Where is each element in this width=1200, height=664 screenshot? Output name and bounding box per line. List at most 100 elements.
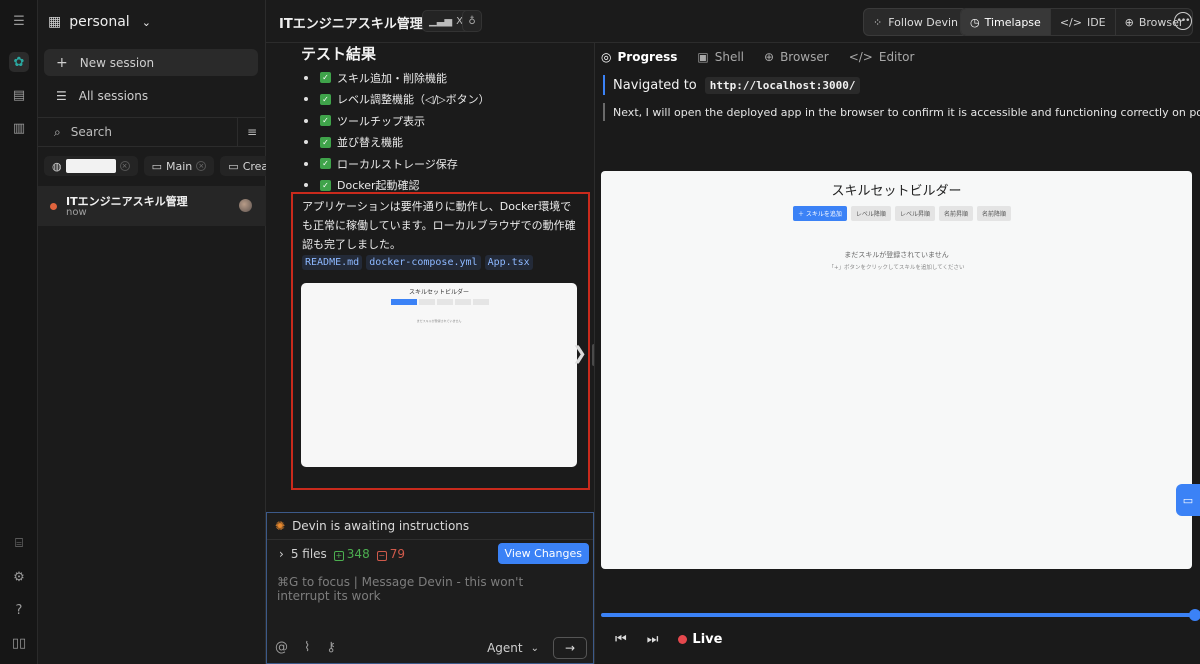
additions-count: 348 — [346, 547, 370, 561]
list-icon: ☰ — [56, 89, 67, 103]
thumb-toolbar — [391, 299, 489, 305]
thumb-title: スキルセットビルダー — [408, 289, 469, 296]
screenshot-thumbnail[interactable]: スキルセットビルダー まだスキルが登録されていません — [301, 283, 577, 467]
code-icon: </> — [1059, 15, 1082, 29]
plus-icon: + — [56, 54, 68, 71]
new-session-button[interactable]: + New session — [44, 49, 258, 76]
chevron-right-icon[interactable]: ❯ — [572, 343, 587, 364]
mode-selector[interactable]: Agent ⌄ — [487, 641, 539, 655]
app-title: スキルセットビルダー — [831, 184, 962, 199]
calendar-icon: ▭ — [228, 159, 239, 173]
terminal-icon: ▣ — [697, 50, 709, 64]
file-chip[interactable]: App.tsx — [484, 255, 533, 270]
tab-timelapse-label: Timelapse — [984, 15, 1041, 29]
composer: ✺ Devin is awaiting instructions › 5 fil… — [266, 512, 594, 664]
timeline-scrubber[interactable] — [601, 609, 1200, 621]
session-time: now — [66, 207, 87, 218]
document-icon[interactable]: ▤ — [9, 85, 29, 105]
live-indicator[interactable]: Live — [678, 632, 722, 647]
clock-icon: ◷ — [970, 15, 980, 29]
tab-shell-label: Shell — [714, 50, 744, 64]
book-icon[interactable]: ▯▯ — [9, 633, 29, 653]
tab-progress-label: Progress — [617, 50, 678, 64]
workspace-pane: ◎ Progress ▣ Shell ⊕ Browser </> Editor Navi… — [594, 43, 1200, 664]
tab-ide[interactable]: </> IDE — [1049, 9, 1115, 35]
clear-icon[interactable]: × — [119, 161, 130, 171]
sort-name-asc-button[interactable]: 名前昇順 — [938, 206, 973, 221]
sort-filter-chip[interactable]: ▭ Created — [220, 156, 266, 176]
files-count: 5 files — [290, 547, 327, 561]
status-text: Devin is awaiting instructions — [292, 519, 470, 533]
browser-viewport[interactable]: スキルセットビルダー ＋ スキルを追加 レベル降順 レベル昇順 名前昇順 名前降… — [601, 171, 1192, 569]
follow-devin-button[interactable]: ⁘ Follow Devin — [863, 8, 968, 36]
redacted-user — [65, 159, 116, 173]
chat-pane: テスト結果 ✓ スキル追加・削除機能 ✓ レベル調整機能（◁/▷ボタン） ✓ ツールチ… — [266, 43, 594, 512]
tab-editor[interactable]: </> Editor — [849, 50, 915, 64]
right-tabs: ◎ Progress ▣ Shell ⊕ Browser </> Editor — [601, 50, 914, 64]
user-filter-chip[interactable]: ◍ × — [44, 156, 138, 176]
list-item: ✓ ツールチップ表示 — [304, 110, 490, 132]
menu-icon[interactable]: ☰ — [9, 11, 29, 31]
empty-state-title: まだスキルが登録されていません — [844, 251, 949, 259]
summary-text: アプリケーションは要件通りに動作し、Docker環境でも正常に稼働しています。ロ… — [302, 200, 576, 251]
signal-icon: ▁▃▅ — [429, 15, 453, 27]
more-options-icon[interactable]: ••• — [1174, 12, 1192, 30]
lightbulb-icon[interactable]: ♁ — [462, 10, 482, 32]
user-icon: ◍ — [52, 159, 62, 173]
sort-name-desc-button[interactable]: 名前降順 — [976, 206, 1011, 221]
filter-icon[interactable]: ≡ — [238, 125, 266, 139]
session-list-item[interactable]: ITエンジニアスキル管理 now — [38, 186, 266, 226]
workspace-selector[interactable]: ▦ personal ⌄ — [48, 10, 151, 34]
clear-icon[interactable]: × — [196, 161, 207, 171]
tab-browser-pane[interactable]: ⊕ Browser — [764, 50, 829, 64]
mention-icon[interactable]: @ — [275, 640, 288, 655]
key-icon[interactable]: ⚷ — [326, 640, 336, 655]
branch-filter-chip[interactable]: ▭ Main × — [143, 156, 215, 176]
tab-editor-label: Editor — [878, 50, 915, 64]
tab-browser-pane-label: Browser — [780, 50, 829, 64]
all-sessions-link[interactable]: ☰ All sessions — [44, 84, 258, 108]
check-text: 並び替え機能 — [337, 136, 403, 150]
check-icon: ✓ — [320, 158, 331, 170]
file-chip[interactable]: README.md — [302, 255, 363, 270]
help-icon[interactable]: ? — [9, 600, 29, 620]
check-text: ローカルストレージ保存 — [337, 157, 458, 171]
list-item: ✓ レベル調整機能（◁/▷ボタン） — [304, 89, 490, 111]
footprints-icon: ⁘ — [873, 15, 883, 29]
tab-timelapse[interactable]: ◷ Timelapse — [961, 9, 1050, 35]
skip-back-icon[interactable]: ⏮ — [615, 632, 627, 647]
gift-icon[interactable]: ⌸ — [9, 533, 29, 553]
add-skill-button[interactable]: ＋ スキルを追加 — [793, 206, 847, 221]
tab-progress[interactable]: ◎ Progress — [601, 50, 677, 64]
panel-icon[interactable]: ▥ — [9, 118, 29, 138]
navigation-event: Navigated to http://localhost:3000/ — [603, 75, 861, 95]
chevron-right-icon: › — [279, 547, 284, 561]
settings-icon[interactable]: ⚙ — [9, 567, 29, 587]
globe-icon: ⊕ — [1124, 15, 1134, 29]
building-icon: ▦ — [48, 14, 62, 30]
check-text: Docker起動確認 — [337, 179, 420, 193]
sort-level-asc-button[interactable]: レベル昇順 — [894, 206, 935, 221]
message-input[interactable]: ⌘G to focus | Message Devin - this won't… — [277, 575, 577, 603]
search-input[interactable]: ⌕ Search — [38, 118, 238, 146]
file-chip[interactable]: docker-compose.yml — [366, 255, 481, 270]
paperclip-icon[interactable]: ⌇ — [304, 640, 310, 655]
devin-logo-icon[interactable]: ✿ — [9, 52, 29, 72]
list-item: ✓ 並び替え機能 — [304, 132, 490, 154]
skip-forward-icon[interactable]: ⏭ — [647, 632, 659, 647]
highlighted-message: アプリケーションは要件通りに動作し、Docker環境でも正常に稼働しています。ロ… — [291, 192, 590, 490]
timeline-knob[interactable] — [1189, 609, 1200, 621]
tab-shell[interactable]: ▣ Shell — [697, 50, 744, 64]
status-dot — [50, 203, 57, 210]
next-step-text: Next, I will open the deployed app in th… — [603, 103, 1200, 121]
view-changes-button[interactable]: View Changes — [497, 543, 589, 564]
sort-level-desc-button[interactable]: レベル降順 — [850, 206, 891, 221]
branch-filter-label: Main — [166, 159, 193, 173]
tab-ide-label: IDE — [1086, 15, 1106, 29]
navigated-label: Navigated to — [613, 77, 697, 93]
check-icon: ✓ — [320, 72, 331, 84]
top-bar: ITエンジニアスキル管理 ▁▃▅ XS ♁ ⁘ Follow Devin ◷ T… — [266, 0, 1200, 43]
chat-widget-icon[interactable]: ▭ — [1176, 484, 1200, 516]
send-button[interactable]: → — [553, 637, 587, 659]
mode-label: Agent — [487, 641, 523, 655]
